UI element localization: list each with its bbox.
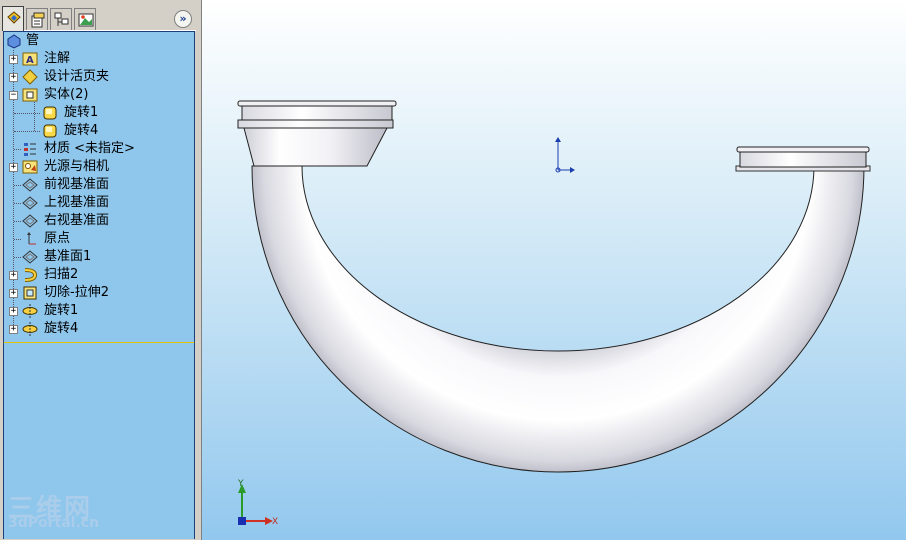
plane-icon	[22, 214, 38, 228]
left-flare	[243, 127, 388, 167]
expand-toggle[interactable]: +	[9, 271, 18, 280]
panel-tab-bar: »	[2, 6, 196, 31]
collapse-toggle[interactable]: −	[9, 91, 18, 100]
revolve-icon	[22, 304, 38, 318]
tree-item[interactable]: 旋转1	[4, 104, 192, 122]
tree-item-label: 实体(2)	[44, 87, 89, 102]
body-icon	[43, 124, 57, 138]
pipe-bend	[251, 165, 865, 473]
tab-property-manager[interactable]	[26, 8, 48, 30]
tree-item-label: 右视基准面	[44, 213, 110, 228]
tree-item[interactable]: + 扫描2	[4, 266, 192, 284]
plane-icon	[22, 196, 38, 210]
tree-item[interactable]: + 切除-拉伸2	[4, 284, 192, 302]
tree-item[interactable]: 上视基准面	[4, 194, 192, 212]
tree-branch	[14, 239, 21, 240]
design-binder-icon	[22, 69, 38, 85]
expand-toggle[interactable]: +	[9, 289, 18, 298]
tree-item[interactable]: 基准面1	[4, 248, 192, 266]
tree-item[interactable]: 旋转4	[4, 122, 192, 140]
sketch-origin-marker	[555, 137, 575, 173]
tree-branch	[14, 113, 40, 114]
tree-item-label: 前视基准面	[44, 177, 110, 192]
feature-tree: 管 + A 注解 + 设计活页夹 − 实体(2) 旋转1 旋转4 材质 <未指定> + 光源与相机前视基…	[3, 31, 195, 344]
solid-bodies-icon	[22, 88, 38, 102]
triad-y-label: Y	[237, 479, 244, 489]
collapse-panel-button[interactable]: »	[174, 10, 192, 28]
tree-item-label: 旋转4	[64, 123, 99, 138]
material-icon	[24, 143, 36, 156]
tree-item-label: 光源与相机	[44, 159, 110, 174]
tree-item[interactable]: + A 注解	[4, 50, 192, 68]
tree-branch	[14, 203, 21, 204]
tree-branch	[14, 149, 21, 150]
feature-manager-icon	[7, 11, 21, 24]
left-flange-lower	[237, 119, 394, 129]
tree-item-label: 旋转1	[64, 105, 99, 120]
property-manager-icon	[31, 12, 45, 28]
revolve-icon	[22, 322, 38, 336]
tab-feature-manager[interactable]	[2, 6, 24, 31]
tree-branch	[14, 185, 21, 186]
tree-item[interactable]: 前视基准面	[4, 176, 192, 194]
annotations-icon: A	[22, 52, 38, 66]
tree-item-label: 旋转1	[44, 303, 79, 318]
svg-text:A: A	[26, 55, 34, 66]
tree-item-label: 上视基准面	[44, 195, 110, 210]
tree-item[interactable]: 右视基准面	[4, 212, 192, 230]
pipe-model: Y X	[237, 100, 871, 527]
part-icon	[7, 34, 21, 49]
tab-configuration-manager[interactable]	[50, 8, 72, 30]
cut-extrude-icon	[23, 286, 37, 300]
body-icon	[43, 106, 57, 120]
tree-item-label: 原点	[44, 231, 71, 246]
tree-item[interactable]: 原点	[4, 230, 192, 248]
tree-item[interactable]: − 实体(2)	[4, 86, 192, 104]
plane-icon	[22, 250, 38, 264]
watermark-url: 3dPortal.cn	[8, 515, 100, 531]
tree-root-label: 管	[26, 33, 40, 48]
expand-toggle[interactable]: +	[9, 325, 18, 334]
tab-display-manager[interactable]	[74, 8, 96, 30]
tree-item-label: 切除-拉伸2	[44, 285, 109, 300]
configuration-manager-icon	[54, 12, 69, 26]
sweep-icon	[24, 268, 38, 282]
origin-icon	[27, 232, 36, 245]
axis-triad: Y X	[237, 479, 278, 527]
feature-manager-panel: » 管 + A 注解 + 设计活页夹 − 实体(2) 旋转1 旋转4 材质 <未指定> + 光源与相机前…	[0, 0, 202, 540]
graphics-viewport[interactable]: Y X	[202, 0, 906, 540]
tree-item-label: 扫描2	[44, 267, 79, 282]
display-manager-icon	[78, 13, 94, 27]
right-flange-body	[739, 151, 867, 168]
expand-toggle[interactable]: +	[9, 55, 18, 64]
tree-item[interactable]: + 旋转4	[4, 320, 192, 338]
triad-x-label: X	[272, 517, 278, 527]
tree-item[interactable]: + 设计活页夹	[4, 68, 192, 86]
tree-branch	[14, 221, 21, 222]
tree-branch	[14, 131, 40, 132]
tree-item-label: 注解	[44, 51, 71, 66]
tree-item[interactable]: + 旋转1	[4, 302, 192, 320]
expand-toggle[interactable]: +	[9, 73, 18, 82]
tree-item-label: 设计活页夹	[44, 69, 110, 84]
expand-toggle[interactable]: +	[9, 307, 18, 316]
lights-camera-icon	[22, 160, 38, 174]
tree-item[interactable]: 材质 <未指定>	[4, 140, 192, 158]
tree-branch	[14, 257, 21, 258]
tree-item-label: 材质 <未指定>	[44, 141, 135, 156]
tree-item[interactable]: + 光源与相机	[4, 158, 192, 176]
left-flange-top	[237, 100, 397, 107]
tree-item-label: 基准面1	[44, 249, 92, 264]
left-flange-body	[241, 104, 393, 121]
plane-icon	[22, 178, 38, 192]
expand-toggle[interactable]: +	[9, 163, 18, 172]
right-flange-top	[736, 146, 870, 153]
tree-item-label: 旋转4	[44, 321, 79, 336]
